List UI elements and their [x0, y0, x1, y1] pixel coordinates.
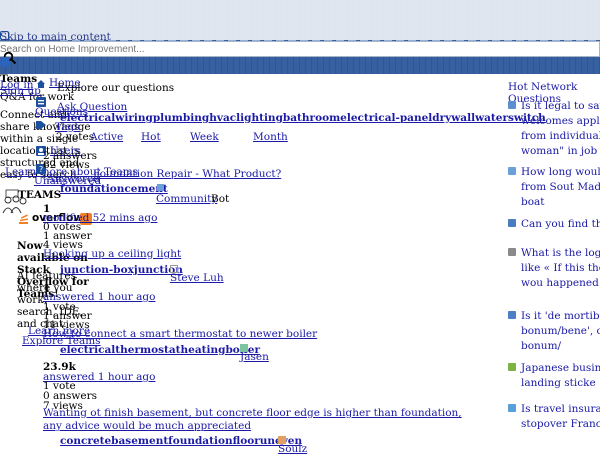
question-views-count: 62 views: [43, 159, 90, 171]
site-icon: [508, 101, 516, 109]
hot-network-questions-list: Is it legal to say welcomes applications…: [508, 95, 600, 450]
site-icon: [508, 311, 516, 319]
tags-icon: [36, 121, 46, 129]
question-tags[interactable]: concretebasementfoundationflooruneven: [60, 435, 302, 447]
user-avatar-icon[interactable]: [0, 57, 10, 67]
site-icon: [508, 248, 516, 256]
site-icon: [508, 404, 516, 412]
search-input[interactable]: [0, 41, 600, 57]
watched-tags-list[interactable]: electricalwiringplumbinghvaclightingbath…: [60, 112, 546, 124]
question-user[interactable]: Steve Luh: [170, 272, 224, 284]
filter-tab-week[interactable]: Week: [190, 131, 219, 143]
hnq-link[interactable]: Is travel insuran an hour stopover Franc…: [521, 402, 600, 432]
question-title[interactable]: Hooking up a ceiling light: [43, 248, 181, 260]
hnq-link[interactable]: Japanese busines for landing sticke: [521, 361, 600, 391]
site-icon: [508, 167, 516, 175]
filter-tab-active[interactable]: Active: [90, 131, 123, 143]
filter-tab-month[interactable]: Month: [253, 131, 288, 143]
signup-link[interactable]: Sign up: [0, 85, 41, 97]
question-title[interactable]: Wanting ot finish basement, but concrete…: [43, 407, 483, 433]
site-icon: [508, 363, 516, 371]
hnq-link[interactable]: Is it 'de mortibus bonum/bene', or nihil…: [521, 309, 600, 354]
filter-lead: 2 votes: [56, 131, 95, 143]
filter-tab-hot[interactable]: Hot: [141, 131, 161, 143]
question-user-suffix: Bot: [211, 193, 230, 205]
stackoverflow-logo-icon: [19, 214, 29, 224]
hnq-link[interactable]: Is it legal to say welcomes applications…: [521, 99, 600, 159]
question-tags[interactable]: foundationcement: [60, 183, 168, 195]
question-tags[interactable]: electricalthermostatheatingboiler: [60, 344, 260, 356]
teams-people-icon: [2, 195, 27, 214]
question-title[interactable]: Foundation Repair - What Product?: [93, 168, 281, 180]
site-icon: [508, 219, 516, 227]
question-title[interactable]: How to connect a smart thermostat to new…: [43, 328, 317, 340]
question-user[interactable]: Jasen: [240, 351, 269, 363]
hnq-link[interactable]: Can you find the: [521, 217, 600, 232]
user-avatar-icon: [157, 184, 164, 191]
header-band: [0, 56, 600, 74]
question-user[interactable]: Community: [156, 193, 217, 205]
page-title: Explore our questions: [57, 82, 175, 94]
hnq-link[interactable]: What is the logic goes like « If this th…: [521, 246, 600, 291]
question-tags[interactable]: junction-boxjunction: [60, 264, 183, 276]
home-icon: [37, 80, 45, 88]
hnq-link[interactable]: How long would travel from Sout Madeira …: [521, 165, 600, 210]
question-user[interactable]: Soulz: [278, 443, 307, 455]
